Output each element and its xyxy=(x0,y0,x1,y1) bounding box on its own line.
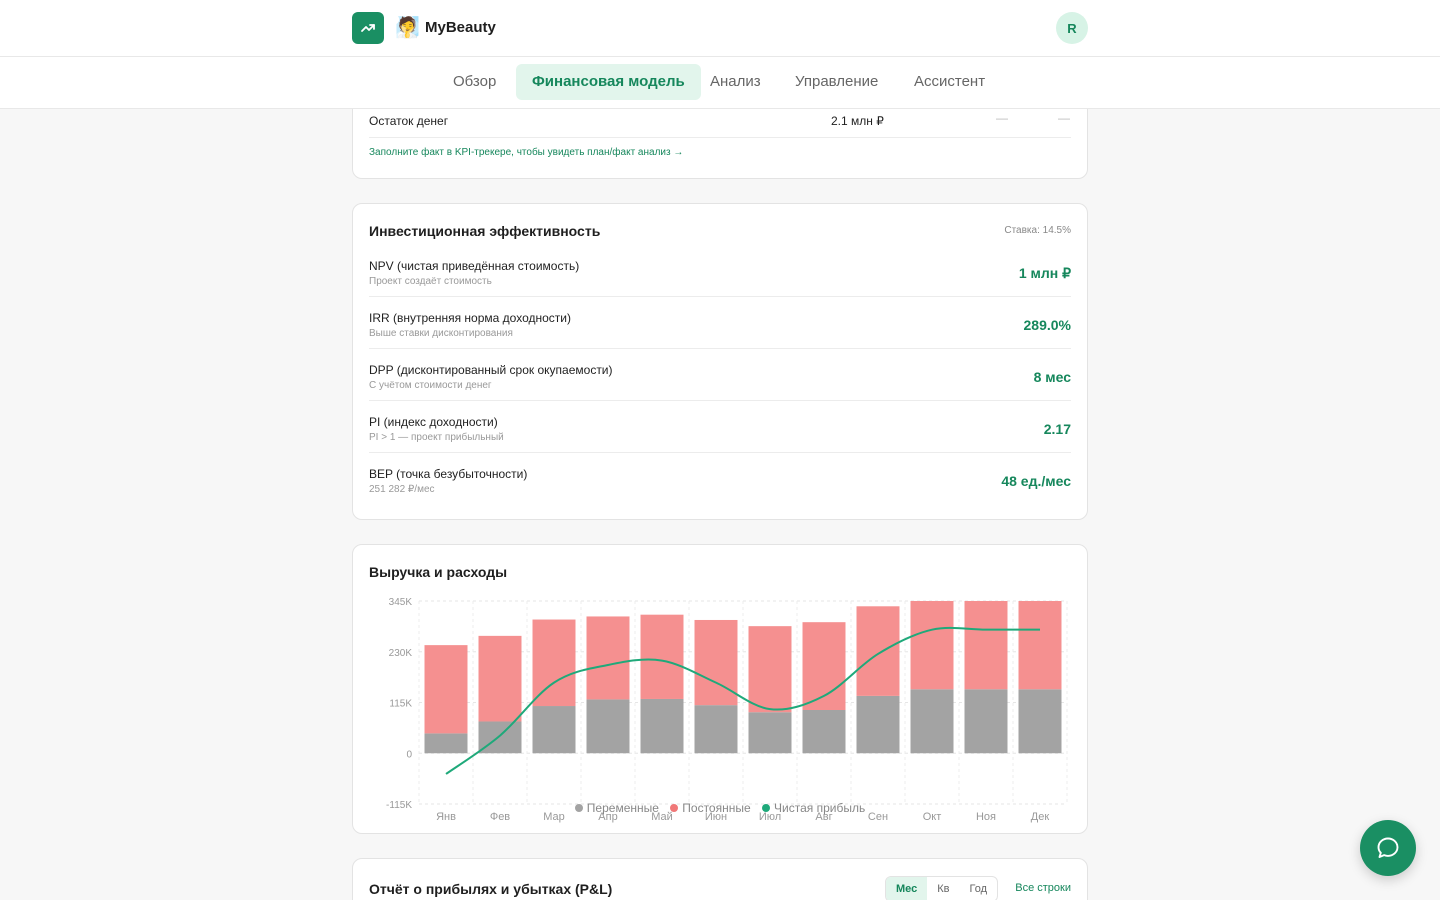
metric-label: IRR (внутренняя норма доходности) xyxy=(369,311,571,325)
main-tabs: Обзор Финансовая модель Анализ Управлени… xyxy=(0,57,1440,109)
tab-financial-model[interactable]: Финансовая модель xyxy=(516,64,701,100)
bar-fixed xyxy=(532,619,576,707)
chat-button[interactable] xyxy=(1360,820,1416,876)
cash-delta-dash: — xyxy=(1058,111,1070,125)
period-quarter-button[interactable]: Кв xyxy=(927,877,959,900)
all-rows-link[interactable]: Все строки xyxy=(1015,882,1071,894)
chat-bubble-icon xyxy=(1377,837,1399,858)
divider xyxy=(369,348,1071,349)
tab-analysis[interactable]: Анализ xyxy=(694,64,777,100)
legend-dot xyxy=(762,804,770,812)
metric-sub: PI > 1 — проект прибыльный xyxy=(369,432,504,443)
bar-variable xyxy=(586,699,630,754)
bar-variable xyxy=(748,712,792,754)
metric-value: 289.0% xyxy=(1023,317,1071,333)
bar-fixed xyxy=(478,635,522,722)
metric-sub: Проект создаёт стоимость xyxy=(369,276,492,287)
y-tick-label: 0 xyxy=(406,749,412,760)
bar-fixed xyxy=(424,645,468,734)
y-tick-label: 115K xyxy=(389,699,412,710)
bar-fixed xyxy=(910,601,954,690)
metric-irr: IRR (внутренняя норма доходности) Выше с… xyxy=(369,311,1071,363)
kpi-tracker-link[interactable]: Заполните факт в KPI-трекере, чтобы увид… xyxy=(369,147,683,158)
divider xyxy=(369,452,1071,453)
tab-overview[interactable]: Обзор xyxy=(437,64,512,100)
metric-value: 2.17 xyxy=(1043,421,1071,437)
investment-title: Инвестиционная эффективность xyxy=(369,223,601,239)
metric-value: 1 млн ₽ xyxy=(1018,265,1071,281)
metric-label: PI (индекс доходности) xyxy=(369,415,498,429)
bar-fixed xyxy=(640,614,684,699)
bar-fixed xyxy=(694,619,738,706)
chart-title: Выручка и расходы xyxy=(369,564,508,580)
bar-fixed xyxy=(1018,601,1062,690)
period-switcher: Мес Кв Год xyxy=(885,876,999,900)
brand-name[interactable]: MyBeauty xyxy=(425,19,496,36)
revenue-chart: 345K230K115K0-115KЯнв Фев Мар Апр Май Июн Июл А… xyxy=(386,597,1068,823)
pnl-title: Отчёт о прибылях и убытках (P&L) xyxy=(369,881,613,897)
pnl-card: Отчёт о прибылях и убытках (P&L) Мес Кв … xyxy=(352,858,1088,900)
cash-fact-dash: — xyxy=(996,111,1008,125)
trending-up-icon xyxy=(361,24,375,32)
divider xyxy=(369,400,1071,401)
legend-item-fixed[interactable]: Постоянные xyxy=(670,801,751,815)
cash-row-label: Остаток денег xyxy=(369,114,449,128)
investment-card: Инвестиционная эффективность Ставка: 14.… xyxy=(352,203,1088,520)
cash-row-value: 2.1 млн ₽ xyxy=(831,114,884,128)
bar-fixed xyxy=(856,606,900,696)
metric-sub: С учётом стоимости денег xyxy=(369,380,492,391)
cash-row: Остаток денег 2.1 млн ₽ — — Заполните фа… xyxy=(353,110,1087,180)
metric-label: BEP (точка безубыточности) xyxy=(369,467,528,481)
metric-sub: 251 282 ₽/мес xyxy=(369,484,435,495)
bar-variable xyxy=(424,733,468,754)
bar-variable xyxy=(694,705,738,754)
metric-pi: PI (индекс доходности) PI > 1 — проект п… xyxy=(369,415,1071,467)
metric-sub: Выше ставки дисконтирования xyxy=(369,328,513,339)
chart-legend: Переменные Постоянные Чистая прибыль xyxy=(353,801,1087,815)
metric-value: 48 ед./мес xyxy=(1001,473,1071,489)
logo[interactable] xyxy=(352,12,384,44)
revenue-chart-card: Выручка и расходы 345K 230K 115K 0 -115K Янв Ф… xyxy=(352,544,1088,834)
tab-assistant[interactable]: Ассистент xyxy=(898,64,1001,100)
bar-fixed xyxy=(964,601,1008,690)
bar-variable xyxy=(964,689,1008,754)
bar-variable xyxy=(856,695,900,754)
period-month-button[interactable]: Мес xyxy=(886,877,928,900)
y-tick-label: 345K xyxy=(389,597,413,608)
bar-fixed xyxy=(586,616,630,700)
metric-label: NPV (чистая приведённая стоимость) xyxy=(369,259,580,273)
legend-label: Постоянные xyxy=(682,801,751,815)
legend-dot xyxy=(574,804,583,812)
metric-dpp: DPP (дисконтированный срок окупаемости) … xyxy=(369,363,1071,415)
bar-variable xyxy=(532,706,576,754)
bar-variable xyxy=(1018,689,1062,754)
metric-npv: NPV (чистая приведённая стоимость) Проек… xyxy=(369,259,1071,311)
legend-dot xyxy=(670,804,679,812)
legend-item-variable[interactable]: Переменные xyxy=(574,801,659,815)
legend-label: Переменные xyxy=(586,801,659,815)
bar-fixed xyxy=(748,626,792,713)
brand-emoji: 🧖 xyxy=(395,15,420,39)
legend-item-net-profit[interactable]: Чистая прибыль xyxy=(762,801,865,815)
bar-variable xyxy=(910,689,954,754)
metric-value: 8 мес xyxy=(1033,369,1071,385)
bar-variable xyxy=(802,710,846,754)
tab-management[interactable]: Управление xyxy=(779,64,894,100)
discount-rate: Ставка: 14.5% xyxy=(1004,225,1071,236)
bar-variable xyxy=(640,698,684,754)
top-bar: 🧖 MyBeauty R xyxy=(0,0,1440,57)
legend-label: Чистая прибыль xyxy=(774,801,866,815)
divider xyxy=(369,296,1071,297)
period-year-button[interactable]: Год xyxy=(960,877,998,900)
divider xyxy=(369,137,1071,138)
avatar[interactable]: R xyxy=(1056,12,1088,44)
y-tick-label: 230K xyxy=(389,648,413,659)
metric-label: DPP (дисконтированный срок окупаемости) xyxy=(369,363,613,377)
metric-bep: BEP (точка безубыточности) 251 282 ₽/мес… xyxy=(369,467,1071,519)
